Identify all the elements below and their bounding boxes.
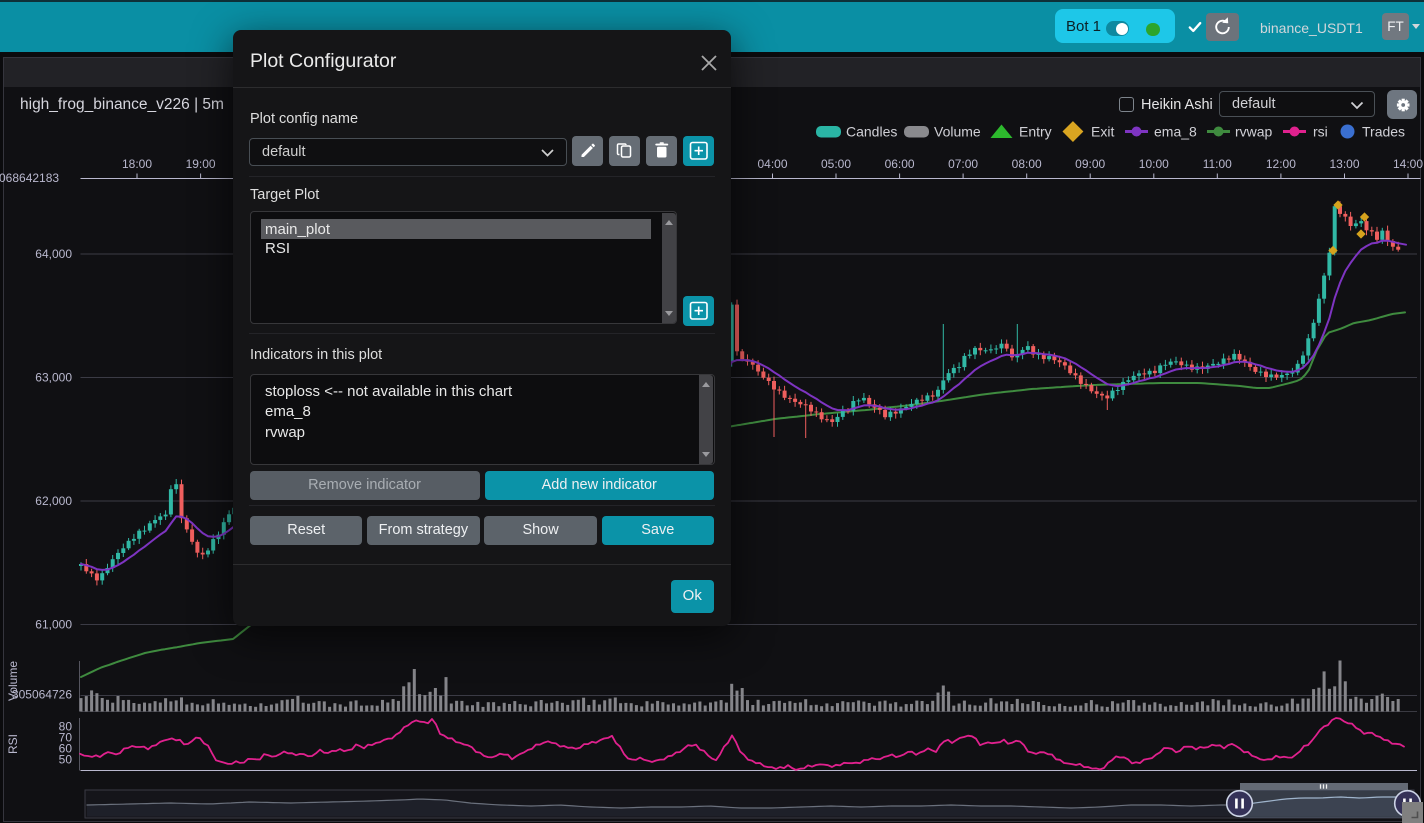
svg-text:18:00: 18:00 — [122, 157, 152, 171]
svg-text:ema_8: ema_8 — [1154, 124, 1197, 140]
svg-text:04:00: 04:00 — [757, 157, 787, 171]
svg-text:11:00: 11:00 — [1203, 157, 1232, 171]
svg-text:Entry: Entry — [1019, 124, 1052, 140]
svg-text:rvwap: rvwap — [1235, 124, 1273, 140]
svg-text:19:00: 19:00 — [186, 157, 216, 171]
svg-text:50: 50 — [59, 753, 73, 767]
svg-text:09:00: 09:00 — [1075, 157, 1105, 171]
svg-text:Candles: Candles — [846, 124, 897, 140]
svg-text:64,000: 64,000 — [35, 247, 72, 261]
svg-text:63,000: 63,000 — [35, 371, 72, 385]
svg-text:07:00: 07:00 — [948, 157, 978, 171]
svg-text:06:00: 06:00 — [885, 157, 915, 171]
svg-text:Volume: Volume — [6, 661, 20, 701]
svg-text:Trades: Trades — [1362, 124, 1405, 140]
svg-text:10:00: 10:00 — [1139, 157, 1169, 171]
svg-text:12:00: 12:00 — [1266, 157, 1296, 171]
svg-text:rsi: rsi — [1313, 124, 1328, 140]
svg-text:305064726: 305064726 — [12, 688, 72, 702]
svg-text:62,000: 62,000 — [35, 494, 72, 508]
svg-text:61,000: 61,000 — [35, 618, 72, 632]
svg-text:13:00: 13:00 — [1329, 157, 1359, 171]
svg-text:Volume: Volume — [934, 124, 981, 140]
svg-text:068642183: 068642183 — [0, 171, 59, 185]
svg-text:high_frog_binance_v226 | 5m: high_frog_binance_v226 | 5m — [20, 96, 224, 113]
svg-text:05:00: 05:00 — [821, 157, 851, 171]
svg-text:14:00: 14:00 — [1393, 157, 1423, 171]
svg-text:Exit: Exit — [1091, 124, 1114, 140]
svg-text:RSI: RSI — [6, 734, 20, 754]
svg-text:08:00: 08:00 — [1012, 157, 1042, 171]
